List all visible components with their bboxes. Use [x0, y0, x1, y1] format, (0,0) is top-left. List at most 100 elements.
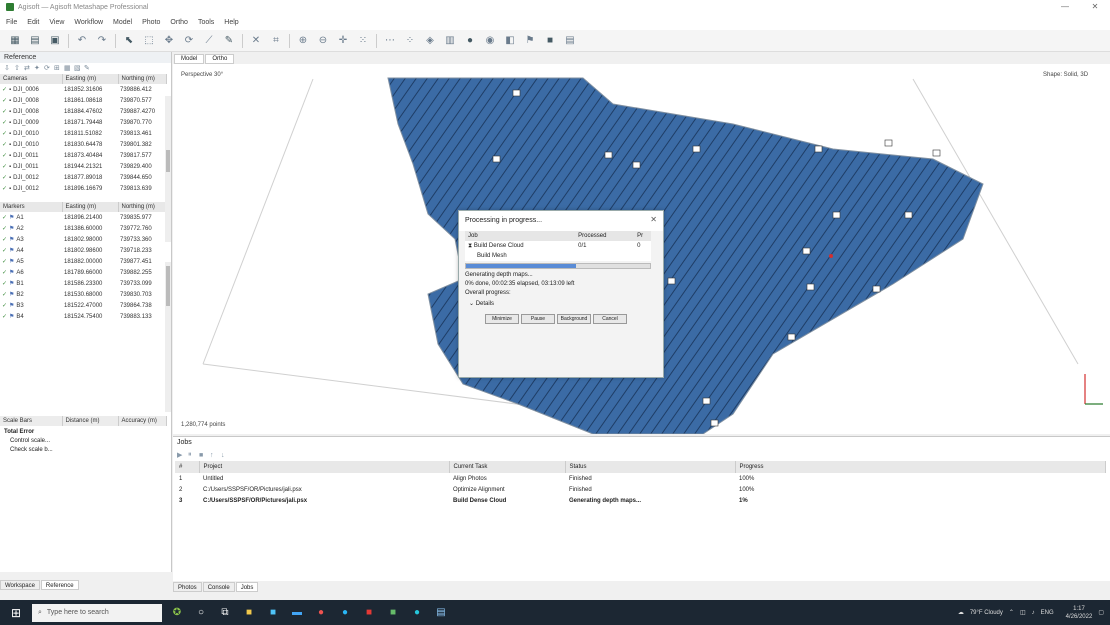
checkbox-icon[interactable]: ✓ — [2, 248, 7, 254]
table-row[interactable]: ✓ ▪ DJI_0012 181896.16679 739813.639 — [0, 183, 166, 194]
tie-points-icon[interactable]: ⋯ — [383, 34, 397, 48]
menu-workflow[interactable]: Workflow — [74, 19, 103, 26]
checkbox-icon[interactable]: ✓ — [2, 164, 7, 170]
play-icon[interactable]: ▶ — [177, 451, 184, 459]
background-button[interactable]: Background — [557, 314, 591, 324]
markers-scrollbar[interactable] — [165, 262, 171, 412]
table-row[interactable]: 1 Untitled Align Photos Finished 100% — [175, 473, 1105, 484]
menu-ortho[interactable]: Ortho — [170, 19, 188, 26]
camera-icon[interactable]: ◉ — [483, 34, 497, 48]
chevron-up-icon[interactable]: ⌃ — [1009, 609, 1014, 616]
camera-marker[interactable] — [904, 211, 913, 219]
network-icon[interactable]: ◫ — [1020, 609, 1026, 616]
camera-marker[interactable] — [814, 145, 823, 153]
camera-marker[interactable] — [932, 149, 941, 157]
ruler-icon[interactable]: ⟋ — [202, 34, 216, 48]
table-row[interactable]: ✓ ▪ DJI_0006 181852.31606 739886.412 — [0, 84, 166, 95]
cortana-icon[interactable]: ○ — [192, 604, 210, 622]
table-row[interactable]: ✓ ⚑ B4 181524.75400 739883.133 — [0, 311, 166, 322]
checkbox-icon[interactable]: ✓ — [2, 303, 7, 309]
open-project-icon[interactable]: ▤ — [28, 34, 42, 48]
table-row[interactable]: ✓ ▪ DJI_0010 181830.64478 739801.382 — [0, 139, 166, 150]
language-indicator[interactable]: ENG — [1041, 610, 1054, 616]
checkbox-icon[interactable]: ✓ — [2, 109, 7, 115]
table-row[interactable]: ✓ ⚑ A2 181386.60000 739772.760 — [0, 223, 166, 234]
table-row[interactable]: 3 C:/Users/SSPSF/OR/Pictures/jali.psx Bu… — [175, 495, 1105, 506]
tab-photos[interactable]: Photos — [173, 582, 202, 592]
view-errors-icon[interactable]: ▦ — [64, 65, 71, 72]
checkbox-icon[interactable]: ✓ — [2, 292, 7, 298]
table-row[interactable]: ✓ ▪ DJI_0008 181884.47602 739887.4270 — [0, 106, 166, 117]
checkbox-icon[interactable]: ✓ — [2, 87, 7, 93]
zoom-in-icon[interactable]: ⊕ — [296, 34, 310, 48]
camera-marker[interactable] — [806, 283, 815, 291]
tab-workspace[interactable]: Workspace — [0, 580, 40, 590]
table-row[interactable]: ✓ ▪ DJI_0011 181873.40484 739817.577 — [0, 150, 166, 161]
camera-marker[interactable] — [884, 139, 893, 147]
file-explorer-icon[interactable]: ■ — [240, 604, 258, 622]
tab-console[interactable]: Console — [202, 582, 235, 592]
details-toggle[interactable]: ⌄ Details — [459, 298, 663, 310]
checkbox-icon[interactable]: ✓ — [2, 226, 7, 232]
minimize-button[interactable]: — — [1050, 0, 1080, 14]
rectangle-select-icon[interactable]: ⬚ — [142, 34, 156, 48]
camera-marker[interactable] — [872, 285, 881, 293]
taskbar-search[interactable]: ⌕ Type here to search — [32, 603, 162, 622]
app-icon[interactable]: ● — [408, 604, 426, 622]
menu-photo[interactable]: Photo — [142, 19, 160, 26]
checkbox-icon[interactable]: ✓ — [2, 259, 7, 265]
pause-button[interactable]: Pause — [521, 314, 555, 324]
camera-marker[interactable] — [492, 155, 501, 163]
col-current-task[interactable]: Current Task — [449, 461, 566, 473]
acrobat-icon[interactable]: ■ — [360, 604, 378, 622]
calibrate-icon[interactable]: ⊞ — [54, 65, 61, 72]
menu-model[interactable]: Model — [113, 19, 132, 26]
checkbox-icon[interactable]: ✓ — [2, 120, 7, 126]
notifications-icon[interactable]: ▢ — [1098, 609, 1104, 616]
clock[interactable]: 1:17 4/26/2022 — [1060, 605, 1093, 621]
check-scale-item[interactable]: Check scale b... — [4, 446, 168, 455]
tab-reference[interactable]: Reference — [40, 580, 79, 590]
draw-icon[interactable]: ✎ — [222, 34, 236, 48]
checkbox-icon[interactable]: ✓ — [2, 186, 7, 192]
crop-icon[interactable]: ⌗ — [269, 34, 283, 48]
import-icon[interactable]: ⇩ — [4, 65, 11, 72]
checkbox-icon[interactable]: ✓ — [2, 142, 7, 148]
camera-marker[interactable] — [702, 397, 711, 405]
reset-view-icon[interactable]: ✛ — [336, 34, 350, 48]
show-cameras-icon[interactable]: ◧ — [503, 34, 517, 48]
col-markers[interactable]: Markers — [0, 202, 63, 212]
move-object-icon[interactable]: ✥ — [162, 34, 176, 48]
windows-start-icon[interactable]: ⊞ — [6, 603, 26, 623]
up-icon[interactable]: ↑ — [210, 452, 217, 459]
table-row[interactable]: ✓ ⚑ A5 181882.00000 739877.451 — [0, 256, 166, 267]
camera-marker[interactable] — [710, 419, 719, 427]
checkbox-icon[interactable]: ✓ — [2, 98, 7, 104]
camera-marker[interactable] — [832, 211, 841, 219]
col-progress[interactable]: Progress — [735, 461, 1106, 473]
tab-model[interactable]: Model — [174, 54, 205, 64]
zoom-out-icon[interactable]: ⊖ — [316, 34, 330, 48]
col-easting[interactable]: Easting (m) — [62, 202, 119, 212]
camera-marker[interactable] — [604, 151, 613, 159]
col-number[interactable]: # — [175, 461, 200, 473]
delete-icon[interactable]: ✕ — [249, 34, 263, 48]
table-row[interactable]: ✓ ▪ DJI_0011 181944.21321 739829.400 — [0, 161, 166, 172]
tab-ortho[interactable]: Ortho — [205, 54, 235, 64]
camera-marker[interactable] — [802, 247, 811, 255]
camera-marker[interactable] — [632, 161, 641, 169]
menu-edit[interactable]: Edit — [27, 19, 39, 26]
close-icon[interactable]: ✕ — [650, 215, 657, 224]
dense-cloud-icon[interactable]: ⁘ — [403, 34, 417, 48]
col-distance[interactable]: Distance (m) — [62, 416, 119, 426]
rotate-icon[interactable]: ⟳ — [182, 34, 196, 48]
app-icon[interactable]: ▤ — [432, 604, 450, 622]
convert-icon[interactable]: ⇄ — [24, 65, 31, 72]
tab-jobs[interactable]: Jobs — [235, 582, 259, 592]
model-icon[interactable]: ● — [463, 34, 477, 48]
checkbox-icon[interactable]: ✓ — [2, 153, 7, 159]
close-button[interactable]: ✕ — [1080, 0, 1110, 14]
menu-tools[interactable]: Tools — [198, 19, 214, 26]
edge-icon[interactable]: ● — [336, 604, 354, 622]
view-estimated-icon[interactable]: ▧ — [74, 65, 81, 72]
